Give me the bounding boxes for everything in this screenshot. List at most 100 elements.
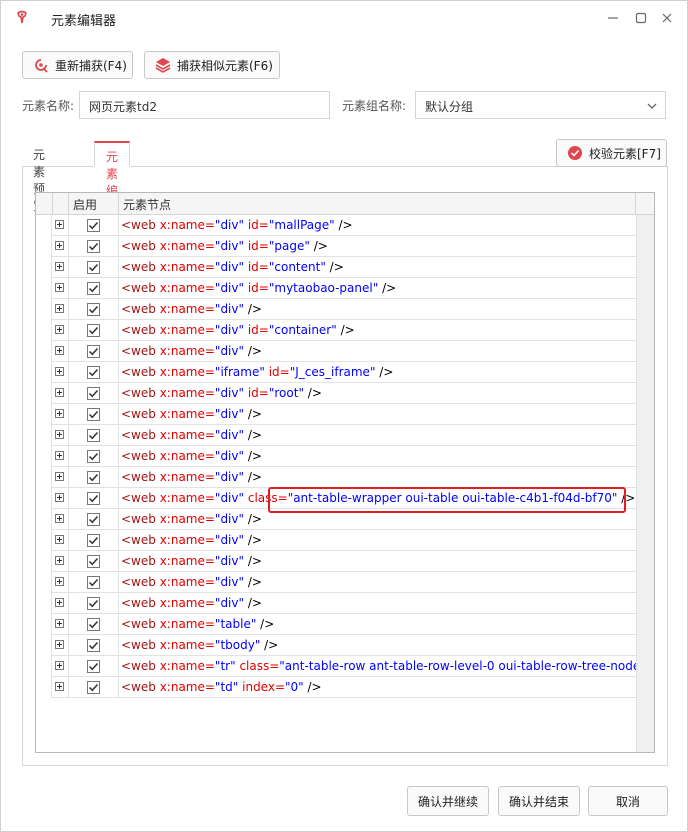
enabled-checkbox[interactable]: [87, 534, 100, 547]
expand-icon[interactable]: [55, 388, 64, 397]
expand-icon[interactable]: [55, 682, 64, 691]
vertical-scrollbar[interactable]: [636, 215, 654, 752]
table-row[interactable]: <web x:name="td" index="0" />: [36, 677, 636, 698]
table-row[interactable]: <web x:name="div" id="container" />: [36, 320, 636, 341]
element-node-text: <web x:name="div" />: [121, 428, 637, 442]
table-row[interactable]: <web x:name="div" />: [36, 425, 636, 446]
expand-icon[interactable]: [55, 535, 64, 544]
table-row[interactable]: <web x:name="tbody" />: [36, 635, 636, 656]
table-row[interactable]: <web x:name="div" />: [36, 404, 636, 425]
expand-icon[interactable]: [55, 325, 64, 334]
expand-icon[interactable]: [55, 472, 64, 481]
group-name-select[interactable]: 默认分组: [415, 91, 666, 119]
node-token: x:name=: [159, 386, 215, 400]
element-node-text: <web x:name="td" index="0" />: [121, 680, 637, 694]
enabled-checkbox[interactable]: [87, 597, 100, 610]
table-row[interactable]: <web x:name="div" />: [36, 446, 636, 467]
expand-icon[interactable]: [55, 409, 64, 418]
table-row[interactable]: <web x:name="tr" class="ant-table-row an…: [36, 656, 637, 677]
enabled-checkbox[interactable]: [87, 681, 100, 694]
confirm-continue-button[interactable]: 确认并继续: [407, 786, 489, 816]
enabled-checkbox[interactable]: [87, 282, 100, 295]
enabled-checkbox[interactable]: [87, 303, 100, 316]
table-row[interactable]: <web x:name="div" />: [36, 467, 636, 488]
enabled-checkbox[interactable]: [87, 429, 100, 442]
enabled-checkbox[interactable]: [87, 471, 100, 484]
expand-icon[interactable]: [55, 367, 64, 376]
enabled-checkbox[interactable]: [87, 492, 100, 505]
element-node-grid[interactable]: 启用 元素节点 <web x:name="div" id="mallPage" …: [35, 192, 655, 753]
column-divider: [68, 383, 69, 404]
enabled-checkbox[interactable]: [87, 324, 100, 337]
expand-icon[interactable]: [55, 514, 64, 523]
column-divider: [118, 446, 119, 467]
enabled-checkbox[interactable]: [87, 639, 100, 652]
expand-icon[interactable]: [55, 493, 64, 502]
confirm-finish-button[interactable]: 确认并结束: [498, 786, 580, 816]
table-row[interactable]: <web x:name="div" id="page" />: [36, 236, 636, 257]
element-name-label: 元素名称:: [22, 99, 75, 113]
expand-icon[interactable]: [55, 262, 64, 271]
close-icon[interactable]: [657, 8, 677, 28]
column-divider: [68, 467, 69, 488]
table-row[interactable]: <web x:name="iframe" id="J_ces_iframe" /…: [36, 362, 636, 383]
column-divider: [118, 257, 119, 278]
table-row[interactable]: <web x:name="div" />: [36, 551, 636, 572]
enabled-checkbox[interactable]: [87, 387, 100, 400]
table-row[interactable]: <web x:name="div" />: [36, 530, 636, 551]
cancel-button[interactable]: 取消: [588, 786, 668, 816]
enabled-checkbox[interactable]: [87, 450, 100, 463]
node-token: />: [244, 407, 262, 421]
expand-icon[interactable]: [55, 619, 64, 628]
verify-element-button[interactable]: 校验元素[F7]: [556, 139, 667, 167]
enabled-checkbox[interactable]: [87, 555, 100, 568]
enabled-checkbox[interactable]: [87, 660, 100, 673]
element-node-text: <web x:name="div" id="content" />: [121, 260, 637, 274]
enabled-checkbox[interactable]: [87, 618, 100, 631]
element-name-field[interactable]: 网页元素td2: [79, 91, 330, 119]
table-row[interactable]: <web x:name="div" />: [36, 299, 636, 320]
expand-icon[interactable]: [55, 220, 64, 229]
node-token: <web: [121, 491, 160, 505]
node-token: <web: [121, 302, 160, 316]
table-row[interactable]: <web x:name="div" id="root" />: [36, 383, 636, 404]
expand-icon[interactable]: [55, 577, 64, 586]
row-indicator: [36, 530, 52, 551]
enabled-checkbox[interactable]: [87, 261, 100, 274]
expand-icon[interactable]: [55, 640, 64, 649]
highlight-box: [268, 487, 626, 513]
expand-icon[interactable]: [55, 598, 64, 607]
enabled-checkbox[interactable]: [87, 219, 100, 232]
expand-icon[interactable]: [55, 430, 64, 439]
expand-icon[interactable]: [55, 283, 64, 292]
expand-icon[interactable]: [55, 661, 64, 670]
enabled-checkbox[interactable]: [87, 240, 100, 253]
tab-element-preview[interactable]: 元素预览: [22, 141, 56, 213]
tab-element-edit[interactable]: 元素编辑: [94, 141, 131, 215]
enabled-checkbox[interactable]: [87, 513, 100, 526]
table-row[interactable]: <web x:name="table" />: [36, 614, 636, 635]
expand-icon[interactable]: [55, 451, 64, 460]
recapture-button[interactable]: 重新捕获(F4): [22, 51, 133, 79]
enabled-checkbox[interactable]: [87, 366, 100, 379]
title-bar[interactable]: 元素编辑器: [1, 1, 687, 35]
maximize-icon[interactable]: [631, 8, 651, 28]
enabled-checkbox[interactable]: [87, 576, 100, 589]
enabled-checkbox[interactable]: [87, 345, 100, 358]
node-token: <web: [121, 218, 160, 232]
expand-icon[interactable]: [55, 556, 64, 565]
node-token: />: [260, 638, 279, 652]
table-row[interactable]: <web x:name="div" id="mallPage" />: [36, 215, 636, 236]
minimize-icon[interactable]: [603, 8, 623, 28]
table-row[interactable]: <web x:name="div" />: [36, 593, 636, 614]
expand-icon[interactable]: [55, 241, 64, 250]
node-token: <web: [121, 239, 160, 253]
expand-icon[interactable]: [55, 304, 64, 313]
table-row[interactable]: <web x:name="div" />: [36, 572, 636, 593]
expand-icon[interactable]: [55, 346, 64, 355]
table-row[interactable]: <web x:name="div" id="content" />: [36, 257, 636, 278]
table-row[interactable]: <web x:name="div" />: [36, 341, 636, 362]
enabled-checkbox[interactable]: [87, 408, 100, 421]
table-row[interactable]: <web x:name="div" id="mytaobao-panel" />: [36, 278, 636, 299]
capture-similar-button[interactable]: 捕获相似元素(F6): [144, 51, 280, 79]
